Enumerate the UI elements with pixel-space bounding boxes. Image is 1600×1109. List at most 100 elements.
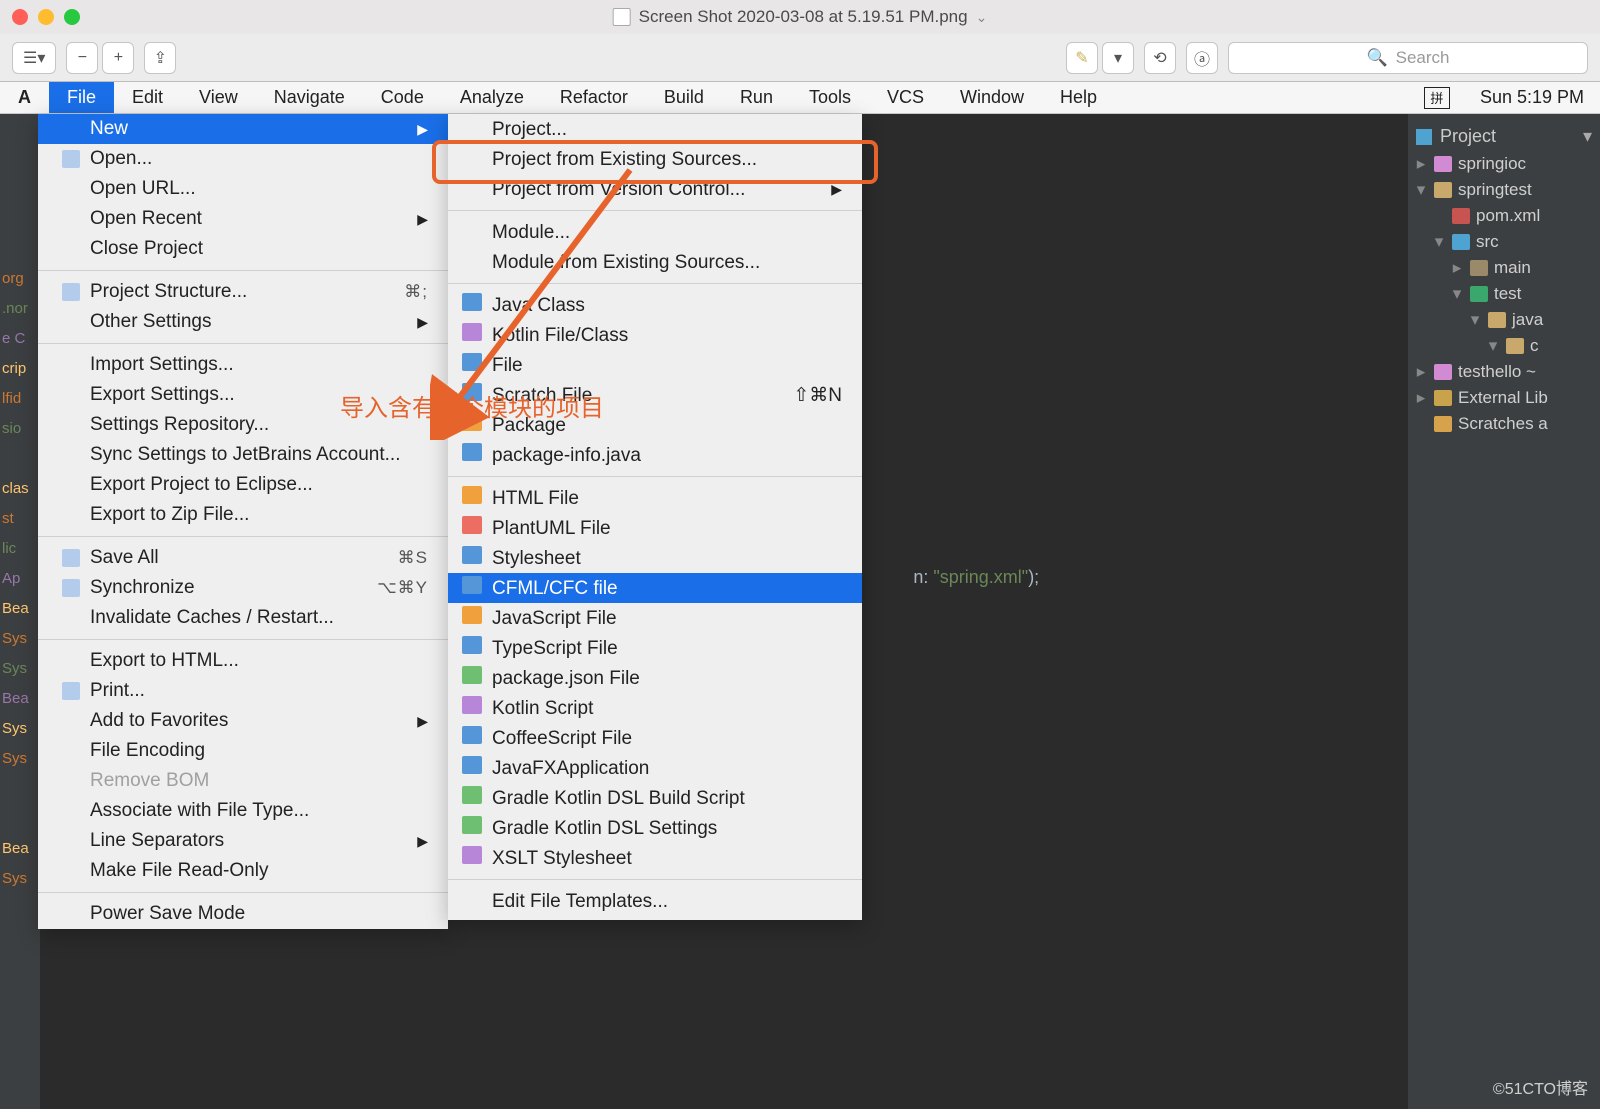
menubar-item-run[interactable]: Run [722,82,791,113]
project-tree-item[interactable]: ▸External Lib [1408,385,1600,411]
project-tree-item[interactable]: ▾springtest [1408,177,1600,203]
file-menu-item[interactable]: Open URL... [38,174,448,204]
file-menu-item[interactable]: Power Save Mode [38,899,448,929]
new-submenu-item[interactable]: JavaScript File [448,603,862,633]
highlight-button[interactable]: ✎ [1066,42,1098,74]
new-submenu-item[interactable]: package-info.java [448,440,862,470]
chevron-down-icon[interactable]: ▾ [1583,126,1592,147]
file-menu-item: Remove BOM [38,766,448,796]
chevron-down-icon[interactable]: ⌄ [976,9,988,26]
search-field[interactable]: 🔍 Search [1228,42,1588,74]
menubar-item-analyze[interactable]: Analyze [442,82,542,113]
zoom-out-button[interactable]: − [66,42,98,74]
window-title: Screen Shot 2020-03-08 at 5.19.51 PM.png… [613,7,988,27]
new-submenu-item[interactable]: Java Class [448,290,862,320]
markup-button[interactable]: ⓐ [1186,42,1218,74]
menubar-item-refactor[interactable]: Refactor [542,82,646,113]
new-submenu-item[interactable]: Kotlin File/Class [448,320,862,350]
new-submenu-item[interactable]: Stylesheet [448,543,862,573]
file-menu-item[interactable]: Export to HTML... [38,646,448,676]
project-tree-item[interactable]: ▾src [1408,229,1600,255]
search-placeholder: Search [1396,48,1450,68]
rotate-button[interactable]: ⟲ [1144,42,1176,74]
app-menubar: A FileEditViewNavigateCodeAnalyzeRefacto… [0,82,1600,114]
zoom-window-button[interactable] [64,9,80,25]
file-menu-item[interactable]: Open Recent▶ [38,204,448,234]
share-button[interactable]: ⇪ [144,42,176,74]
new-submenu-item[interactable]: File [448,350,862,380]
highlight-menu-button[interactable]: ▾ [1102,42,1134,74]
new-submenu-item[interactable]: Project from Existing Sources... [448,144,862,174]
menubar-item-edit[interactable]: Edit [114,82,181,113]
new-submenu: Project...Project from Existing Sources.… [448,114,862,920]
project-tree-item[interactable]: ▸springioc [1408,151,1600,177]
ime-indicator[interactable]: 拼 [1424,87,1450,109]
new-submenu-item[interactable]: PlantUML File [448,513,862,543]
project-tree-item[interactable]: ▸main [1408,255,1600,281]
file-menu-item[interactable]: Project Structure...⌘; [38,277,448,307]
file-menu-item[interactable]: Sync Settings to JetBrains Account... [38,440,448,470]
file-menu-item[interactable]: New▶ [38,114,448,144]
mac-titlebar: Screen Shot 2020-03-08 at 5.19.51 PM.png… [0,0,1600,34]
menubar-item-tools[interactable]: Tools [791,82,869,113]
menubar-clock: Sun 5:19 PM [1464,87,1600,108]
new-submenu-item[interactable]: Project... [448,114,862,144]
new-submenu-item[interactable]: package.json File [448,663,862,693]
minimize-window-button[interactable] [38,9,54,25]
zoom-in-button[interactable]: + [102,42,134,74]
project-tree-item[interactable]: ▸testhello ~ [1408,359,1600,385]
menubar-item-view[interactable]: View [181,82,256,113]
new-submenu-item[interactable]: HTML File [448,483,862,513]
watermark-text: ©51CTO博客 [1493,1075,1588,1099]
project-header[interactable]: Project ▾ [1408,122,1600,151]
window-filename: Screen Shot 2020-03-08 at 5.19.51 PM.png [639,7,968,27]
new-submenu-item[interactable]: Module from Existing Sources... [448,247,862,277]
menubar-item-code[interactable]: Code [363,82,442,113]
file-menu-item[interactable]: Associate with File Type... [38,796,448,826]
new-submenu-item[interactable]: XSLT Stylesheet [448,843,862,873]
annotation-text: 导入含有整个模块的项目 [340,388,604,423]
file-menu-item[interactable]: Close Project [38,234,448,264]
file-menu-item[interactable]: Print... [38,676,448,706]
file-menu-item[interactable]: Line Separators▶ [38,826,448,856]
new-submenu-item[interactable]: JavaFXApplication [448,753,862,783]
close-window-button[interactable] [12,9,28,25]
sidebar-toggle-button[interactable]: ☰▾ [12,42,56,74]
new-submenu-item[interactable]: CFML/CFC file [448,573,862,603]
new-submenu-item[interactable]: Gradle Kotlin DSL Build Script [448,783,862,813]
menubar-item-navigate[interactable]: Navigate [256,82,363,113]
file-menu-item[interactable]: Save All⌘S [38,543,448,573]
new-submenu-item[interactable]: Kotlin Script [448,693,862,723]
file-menu-item[interactable]: Open... [38,144,448,174]
preview-toolbar: ☰▾ − + ⇪ ✎ ▾ ⟲ ⓐ 🔍 Search [0,34,1600,82]
project-icon [1416,129,1432,145]
new-submenu-item[interactable]: TypeScript File [448,633,862,663]
menubar-item-help[interactable]: Help [1042,82,1115,113]
new-submenu-item[interactable]: Edit File Templates... [448,886,862,916]
file-menu-item[interactable]: Import Settings... [38,350,448,380]
menubar-item-build[interactable]: Build [646,82,722,113]
file-menu-item[interactable]: Synchronize⌥⌘Y [38,573,448,603]
file-menu-item[interactable]: Invalidate Caches / Restart... [38,603,448,633]
file-menu-item[interactable]: File Encoding [38,736,448,766]
file-menu-item[interactable]: Export Project to Eclipse... [38,470,448,500]
file-menu-item[interactable]: Other Settings▶ [38,307,448,337]
file-menu: New▶Open...Open URL...Open Recent▶Close … [38,114,448,929]
project-tree-item[interactable]: pom.xml [1408,203,1600,229]
new-submenu-item[interactable]: Gradle Kotlin DSL Settings [448,813,862,843]
new-submenu-item[interactable]: Module... [448,217,862,247]
file-menu-item[interactable]: Export to Zip File... [38,500,448,530]
file-menu-item[interactable]: Add to Favorites▶ [38,706,448,736]
file-menu-item[interactable]: Make File Read-Only [38,856,448,886]
project-tree-item[interactable]: ▾c [1408,333,1600,359]
new-submenu-item[interactable]: CoffeeScript File [448,723,862,753]
code-snippet: n: "spring.xml"); [870,546,1039,609]
menubar-item-vcs[interactable]: VCS [869,82,942,113]
project-tree-item[interactable]: ▾test [1408,281,1600,307]
menubar-item-file[interactable]: File [49,82,114,113]
project-tree-item[interactable]: ▾java [1408,307,1600,333]
project-tree-item[interactable]: Scratches a [1408,411,1600,437]
window-controls [12,9,80,25]
new-submenu-item[interactable]: Project from Version Control...▶ [448,174,862,204]
menubar-item-window[interactable]: Window [942,82,1042,113]
